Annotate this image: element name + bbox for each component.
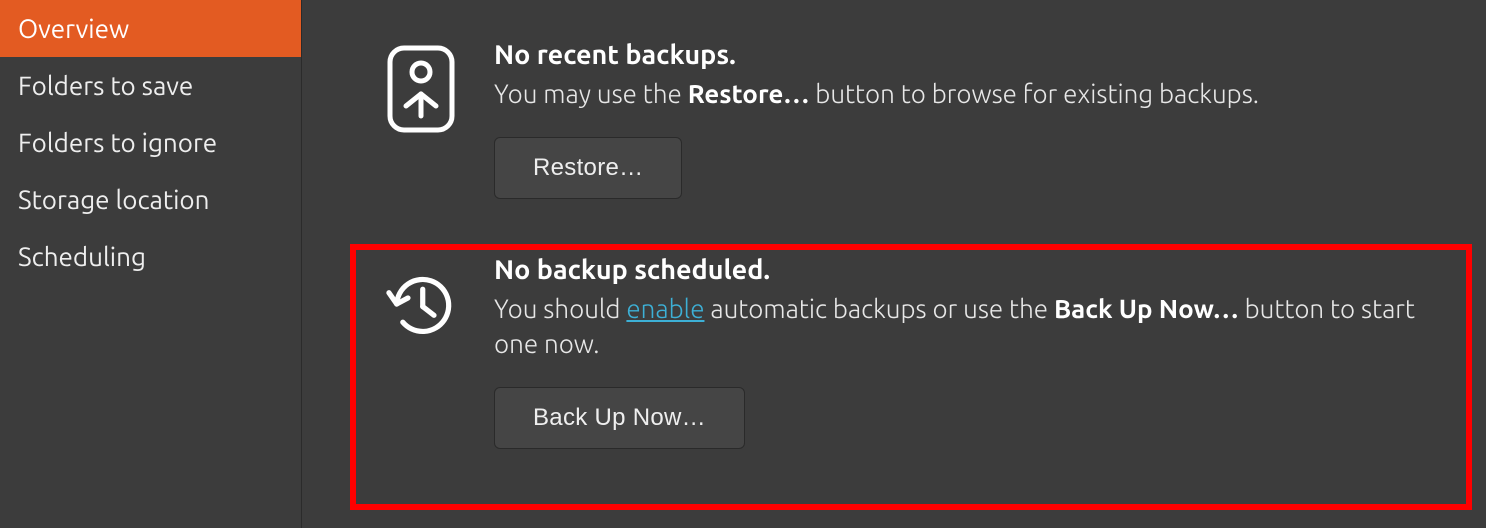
no-recent-backups-title: No recent backups. — [494, 40, 1444, 70]
sidebar: Overview Folders to save Folders to igno… — [0, 0, 302, 528]
sidebar-item-folders-to-ignore[interactable]: Folders to ignore — [0, 114, 301, 171]
backup-icon — [382, 40, 460, 134]
section-no-backup-scheduled: No backup scheduled. You should enable a… — [382, 255, 1444, 449]
sidebar-item-label: Folders to ignore — [18, 128, 217, 157]
sidebar-item-storage-location[interactable]: Storage location — [0, 171, 301, 228]
sidebar-item-scheduling[interactable]: Scheduling — [0, 228, 301, 285]
sidebar-item-label: Scheduling — [18, 242, 146, 271]
sidebar-item-folders-to-save[interactable]: Folders to save — [0, 57, 301, 114]
sidebar-item-label: Overview — [18, 14, 129, 43]
no-backup-scheduled-title: No backup scheduled. — [494, 255, 1444, 285]
back-up-now-button[interactable]: Back Up Now… — [494, 387, 745, 449]
history-clock-icon — [382, 255, 460, 349]
enable-link[interactable]: enable — [626, 294, 704, 323]
no-recent-backups-text: You may use the Restore… button to brows… — [494, 76, 1444, 111]
sidebar-item-label: Folders to save — [18, 71, 193, 100]
sidebar-item-overview[interactable]: Overview — [0, 0, 301, 57]
restore-button[interactable]: Restore… — [494, 137, 682, 199]
main-content: No recent backups. You may use the Resto… — [302, 0, 1486, 528]
sidebar-item-label: Storage location — [18, 185, 209, 214]
section-no-recent-backups: No recent backups. You may use the Resto… — [382, 40, 1444, 199]
no-backup-scheduled-text: You should enable automatic backups or u… — [494, 291, 1444, 361]
